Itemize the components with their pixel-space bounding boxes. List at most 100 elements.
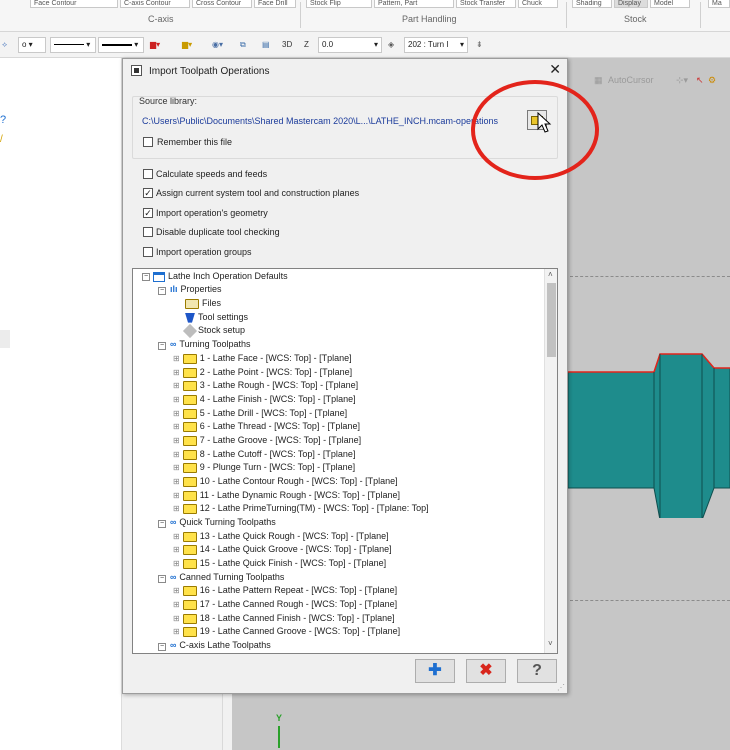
point-style-select[interactable]: o ▾ [18,37,46,53]
collapse-toggle[interactable]: − [158,287,166,295]
solid-color-icon[interactable]: ▆▾ [182,39,192,51]
ribbon-item-stock-transfer[interactable]: Stock Transfer [456,0,516,8]
tree-operation[interactable]: ⊞ 10 - Lathe Contour Rough - [WCS: Top] -… [173,475,398,488]
help-icon[interactable]: ? [0,114,12,128]
autocursor-label[interactable]: AutoCursor [608,75,654,85]
tree-operation[interactable]: ⊞ 19 - Lathe Canned Groove - [WCS: Top] -… [173,625,400,638]
attributes-icon[interactable]: ⧉ [240,39,246,51]
expand-icon[interactable]: ⊞ [173,407,180,420]
expand-icon[interactable]: ⊞ [173,489,180,502]
expand-icon[interactable]: ⊞ [173,420,180,433]
expand-icon[interactable]: ⊞ [173,612,180,625]
tree-operation[interactable]: ⊞ 12 - Lathe PrimeTurning(TM) - [WCS: Top… [173,502,429,515]
scroll-down-icon[interactable]: ˅ [548,639,553,648]
ribbon-item-cross-contour[interactable]: Cross Contour [192,0,252,8]
ok-add-button[interactable]: ✚ [415,659,455,683]
tree-group-canned-turning[interactable]: ∞ Canned Turning Toolpaths [170,571,284,584]
filter-icon[interactable]: ⚙ [708,75,716,86]
snap-settings-icon[interactable]: ⊹▾ [676,75,688,86]
tree-group-caxis[interactable]: ∞ C-axis Lathe Toolpaths [170,639,271,652]
resize-grip-icon[interactable]: ⋰ [557,683,565,692]
tree-group-quick-turning[interactable]: ∞ Quick Turning Toolpaths [170,516,276,529]
tree-operation[interactable]: ⊞ 1 - Lathe Face - [WCS: Top] - [Tplane] [173,352,352,365]
tree-operation[interactable]: ⊞ 9 - Plunge Turn - [WCS: Top] - [Tplane] [173,461,355,474]
edit-icon[interactable]: / [0,134,8,146]
level-icon[interactable]: ▤ [262,39,270,51]
scroll-up-icon[interactable]: ˄ [548,270,553,279]
expand-icon[interactable]: ⊞ [173,625,180,638]
expand-icon[interactable]: ⊞ [173,598,180,611]
tree-operation[interactable]: ⊞ 14 - Lathe Quick Groove - [WCS: Top] - … [173,543,392,556]
scroll-thumb[interactable] [547,283,556,357]
expand-icon[interactable]: ⊞ [173,461,180,474]
customize-icon[interactable]: ⇟ [476,39,483,51]
calc-speeds-checkbox[interactable] [143,169,153,179]
expand-icon[interactable]: ⊞ [173,393,180,406]
operations-tree[interactable]: − Lathe Inch Operation Defaults − ılı Pro… [132,268,558,654]
tree-operation[interactable]: ⊞ 13 - Lathe Quick Rough - [WCS: Top] - [… [173,530,389,543]
tree-operation[interactable]: ⊞ 15 - Lathe Quick Finish - [WCS: Top] - … [173,557,386,570]
ribbon-item-chuck[interactable]: Chuck [518,0,558,8]
plane-select[interactable]: 202 : Turn I ▾ [404,37,468,53]
tree-operation[interactable]: ⊞ 16 - Lathe Pattern Repeat - [WCS: Top] … [173,584,397,597]
tree-operation[interactable]: ⊞ 8 - Lathe Cutoff - [WCS: Top] - [Tplane… [173,448,355,461]
z-depth-input[interactable]: 0.0 ▾ [318,37,382,53]
wireframe-color-icon[interactable]: ▆▾ [150,39,160,51]
tree-group-turning[interactable]: ∞ Turning Toolpaths [170,338,250,351]
ribbon-item-display[interactable]: Display [614,0,648,8]
ribbon-item-face-contour[interactable]: Face Contour [30,0,118,8]
tree-operation[interactable]: ⊞ 7 - Lathe Groove - [WCS: Top] - [Tplane… [173,434,361,447]
help-button[interactable]: ? [517,659,557,683]
tree-tool-settings[interactable]: Tool settings [185,311,248,324]
expand-icon[interactable]: ⊞ [173,475,180,488]
ribbon-item-stock-flip[interactable]: Stock Flip [306,0,372,8]
import-groups-checkbox[interactable] [143,247,153,257]
tree-operation[interactable]: ⊞ 17 - Lathe Canned Rough - [WCS: Top] - … [173,598,397,611]
tree-properties[interactable]: ılı Properties [170,283,222,296]
expand-icon[interactable]: ⊞ [173,366,180,379]
collapse-toggle[interactable]: − [158,575,166,583]
tree-stock-setup[interactable]: Stock setup [182,323,245,338]
ribbon-item-model[interactable]: Model [650,0,690,8]
disable-duplicate-checkbox[interactable] [143,227,153,237]
tree-scrollbar[interactable]: ˄ ˅ [544,269,557,653]
tree-operation[interactable]: ⊞ 18 - Lathe Canned Finish - [WCS: Top] -… [173,612,395,625]
source-library-path[interactable]: C:\Users\Public\Documents\Shared Masterc… [142,116,498,126]
ribbon-item-ma[interactable]: Ma [708,0,730,8]
ribbon-item-face-drill[interactable]: Face Drill [254,0,296,8]
assign-tool-checkbox[interactable]: ✓ [143,188,153,198]
expand-icon[interactable]: ⊞ [173,557,180,570]
view-3d-button[interactable]: 3D [282,39,292,51]
expand-icon[interactable]: ⊞ [173,530,180,543]
expand-icon[interactable]: ⊞ [173,448,180,461]
cancel-button[interactable]: ✖ [466,659,506,683]
line-width-select[interactable]: ▾ [98,37,144,53]
ribbon-item-caxis-contour[interactable]: C-axis Contour [120,0,190,8]
expand-icon[interactable]: ⊞ [173,543,180,556]
select-icon[interactable]: ↖ [696,75,704,86]
expand-icon[interactable]: ⊞ [173,584,180,597]
collapse-toggle[interactable]: − [158,342,166,350]
tree-operation[interactable]: ⊞ 5 - Lathe Drill - [WCS: Top] - [Tplane] [173,407,347,420]
ribbon-item-pattern-part[interactable]: Pattern, Part [374,0,454,8]
ribbon-item-shading[interactable]: Shading [572,0,612,8]
expand-icon[interactable]: ⊞ [173,434,180,447]
tree-operation[interactable]: ⊞ 6 - Lathe Thread - [WCS: Top] - [Tplane… [173,420,360,433]
import-geometry-checkbox[interactable]: ✓ [143,208,153,218]
tree-operation[interactable]: ⊞ 2 - Lathe Point - [WCS: Top] - [Tplane] [173,366,352,379]
tree-operation[interactable]: ⊞ 11 - Lathe Dynamic Rough - [WCS: Top] -… [173,489,400,502]
snap-icon[interactable]: ⟡ [2,39,7,51]
tree-operation[interactable]: ⊞ 4 - Lathe Finish - [WCS: Top] - [Tplane… [173,393,356,406]
tree-files[interactable]: Files [185,297,221,310]
tree-root[interactable]: Lathe Inch Operation Defaults [153,270,288,283]
surface-color-icon[interactable]: ◉▾ [212,39,223,51]
line-style-select[interactable]: ▾ [50,37,96,53]
remember-file-checkbox[interactable] [143,137,153,147]
collapse-toggle[interactable]: − [158,520,166,528]
tree-operation[interactable]: ⊞ 3 - Lathe Rough - [WCS: Top] - [Tplane] [173,379,358,392]
expand-icon[interactable]: ⊞ [173,379,180,392]
expand-icon[interactable]: ⊞ [173,502,180,515]
collapse-toggle[interactable]: − [158,643,166,651]
expand-icon[interactable]: ⊞ [173,352,180,365]
collapse-toggle[interactable]: − [142,273,150,281]
